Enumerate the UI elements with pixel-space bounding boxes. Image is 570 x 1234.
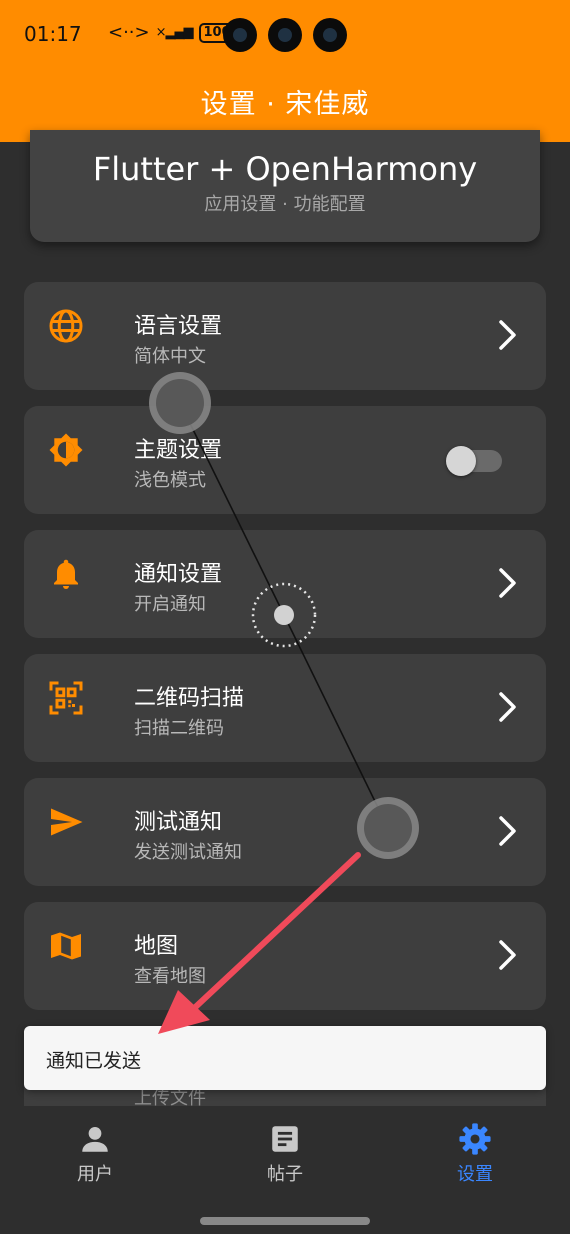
snackbar-message: 通知已发送 — [46, 1050, 142, 1072]
gear-icon — [459, 1123, 491, 1155]
settings-item-subtitle: 浅色模式 — [134, 470, 206, 491]
settings-item-theme[interactable]: 主题设置 浅色模式 — [24, 406, 546, 514]
signal-icon: ×▂▄▆ — [155, 25, 194, 40]
bell-icon — [54, 559, 78, 589]
qr-scan-icon — [49, 681, 83, 715]
chevron-right-icon — [499, 320, 516, 350]
settings-item-subtitle: 查看地图 — [134, 966, 206, 987]
globe-icon — [49, 309, 83, 343]
chevron-right-icon — [499, 692, 516, 722]
info-card: Flutter + OpenHarmony 应用设置 · 功能配置 — [30, 130, 540, 242]
settings-item-title: 测试通知 — [134, 810, 223, 835]
snackbar: 通知已发送 — [24, 1026, 546, 1090]
theme-toggle[interactable] — [446, 446, 502, 476]
settings-item-title: 主题设置 — [134, 438, 223, 463]
settings-item-title: 语言设置 — [134, 314, 223, 339]
send-icon — [51, 808, 83, 836]
camera-icon — [268, 18, 302, 52]
settings-item-qr-scan[interactable]: 二维码扫描 扫描二维码 — [24, 654, 546, 762]
toggle-knob — [446, 446, 476, 476]
bottom-nav: 用户 帖子 设置 — [0, 1106, 570, 1234]
page-title: 设置 · 宋佳威 — [200, 89, 370, 120]
article-icon — [272, 1126, 298, 1152]
chevron-right-icon — [499, 940, 516, 970]
settings-item-title: 二维码扫描 — [134, 686, 245, 711]
settings-item-title: 通知设置 — [134, 562, 223, 587]
person-icon — [82, 1126, 108, 1152]
nav-item-users[interactable]: 用户 — [35, 1122, 155, 1186]
settings-item-title: 地图 — [134, 934, 179, 959]
settings-item-notifications[interactable]: 通知设置 开启通知 — [24, 530, 546, 638]
nav-item-settings[interactable]: 设置 — [415, 1122, 535, 1186]
settings-item-test-notification[interactable]: 测试通知 发送测试通知 — [24, 778, 546, 886]
status-icons: <··> ×▂▄▆ 100 — [108, 22, 236, 43]
link-icon: <··> — [108, 22, 150, 43]
status-time: 01:17 — [24, 22, 82, 46]
settings-item-subtitle: 简体中文 — [134, 346, 206, 367]
info-card-title: Flutter + OpenHarmony — [92, 150, 478, 188]
settings-item-map[interactable]: 地图 查看地图 — [24, 902, 546, 1010]
settings-item-subtitle: 扫描二维码 — [134, 718, 224, 739]
nav-label: 帖子 — [267, 1164, 303, 1185]
settings-item-subtitle: 发送测试通知 — [134, 842, 242, 863]
settings-item-subtitle: 开启通知 — [134, 594, 206, 615]
nav-label: 设置 — [457, 1164, 493, 1185]
nav-item-posts[interactable]: 帖子 — [225, 1122, 345, 1186]
camera-icon — [223, 18, 257, 52]
map-icon — [51, 932, 81, 960]
app-bar: 01:17 <··> ×▂▄▆ 100 设置 · 宋佳威 — [0, 0, 570, 142]
info-card-subtitle: 应用设置 · 功能配置 — [204, 194, 366, 215]
settings-item-language[interactable]: 语言设置 简体中文 — [24, 282, 546, 390]
chevron-right-icon — [499, 568, 516, 598]
nav-label: 用户 — [77, 1164, 113, 1185]
brightness-icon — [49, 433, 83, 467]
camera-icon — [313, 18, 347, 52]
chevron-right-icon — [499, 816, 516, 846]
home-indicator[interactable] — [200, 1217, 370, 1225]
